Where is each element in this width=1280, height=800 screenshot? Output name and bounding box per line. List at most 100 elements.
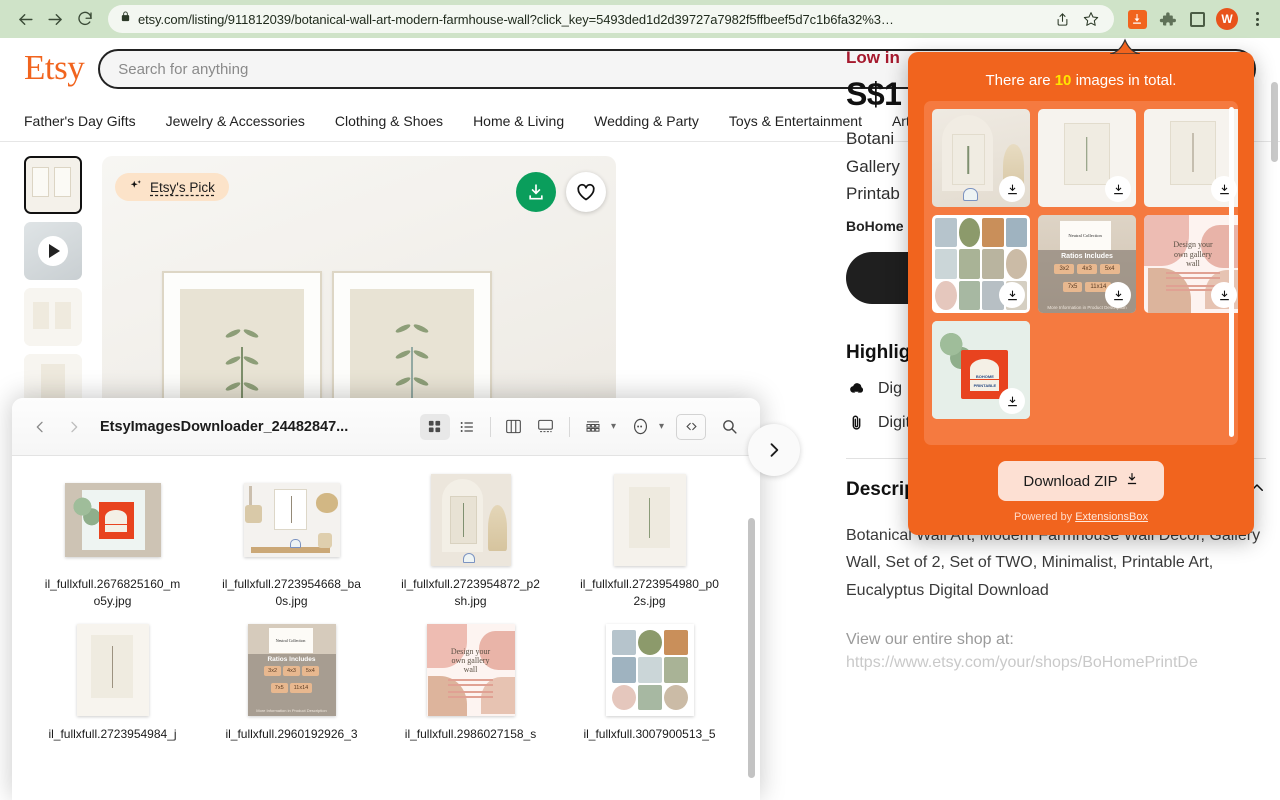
search-icon[interactable] xyxy=(714,414,744,440)
list-item[interactable]: il_fullxfull.2723954980_p02s.jpg xyxy=(571,474,728,610)
back-chevron-icon[interactable] xyxy=(28,415,52,439)
ratios-label: Ratios Includes xyxy=(1061,253,1113,261)
share-icon[interactable] xyxy=(676,413,706,440)
grid-download-button-5[interactable] xyxy=(1105,282,1131,308)
address-bar[interactable]: etsy.com/listing/911812039/botanical-wal… xyxy=(108,5,1114,33)
file-name: il_fullxfull.2960192926_3 xyxy=(225,727,358,742)
grid-image-1[interactable] xyxy=(932,109,1030,207)
star-icon[interactable] xyxy=(1080,8,1102,30)
finder-scrollbar[interactable] xyxy=(748,518,755,778)
image-downloader-extension-icon[interactable] xyxy=(1124,6,1150,32)
gallery-view-icon[interactable] xyxy=(531,414,561,440)
nav-item-toys[interactable]: Toys & Entertainment xyxy=(729,113,862,129)
list-item[interactable]: il_fullxfull.2723954872_p2sh.jpg xyxy=(392,474,549,610)
paperclip-icon xyxy=(846,414,866,431)
finder-toolbar: EtsyImagesDownloader_24482847... ▾ ▾ xyxy=(12,398,760,456)
gallery-card-line-1: Design your xyxy=(1173,240,1213,250)
file-thumbnail xyxy=(600,624,700,717)
grid-image-6[interactable]: Design your own gallery wall xyxy=(1144,215,1238,313)
group-by-icon[interactable] xyxy=(578,414,608,440)
image-downloader-popup: There are 10 images in total. Neutral Co… xyxy=(908,52,1254,535)
download-icon[interactable] xyxy=(516,172,556,212)
screen: etsy.com/listing/911812039/botanical-wal… xyxy=(0,0,1280,800)
next-image-button[interactable] xyxy=(748,424,800,476)
grid-download-button-4[interactable] xyxy=(999,282,1025,308)
grid-download-button-2[interactable] xyxy=(1105,176,1131,202)
file-thumbnail xyxy=(242,474,342,566)
file-name: il_fullxfull.3007900513_5 xyxy=(583,727,716,742)
grid-image-3[interactable] xyxy=(1144,109,1238,207)
extensionsbox-link[interactable]: ExtensionsBox xyxy=(1075,511,1148,523)
column-view-icon[interactable] xyxy=(499,414,529,440)
share-icon[interactable] xyxy=(1051,8,1073,30)
back-arrow-icon[interactable] xyxy=(10,4,40,34)
ratio-chip-7x5-finder: 7x5 xyxy=(270,682,288,693)
cloud-download-icon xyxy=(846,380,866,397)
nav-item-home-living[interactable]: Home & Living xyxy=(473,113,564,129)
grid-image-4[interactable] xyxy=(932,215,1030,313)
highlight-text-1: Dig xyxy=(878,379,903,397)
list-item[interactable]: il_fullxfull.3007900513_5 xyxy=(571,624,728,743)
powered-by: Powered by ExtensionsBox xyxy=(1014,511,1148,523)
brand-card-line-2: PRINTABLE xyxy=(973,382,997,388)
etsys-pick-badge[interactable]: Etsy's Pick xyxy=(115,173,229,201)
nav-item-fathers-day[interactable]: Father's Day Gifts xyxy=(24,113,136,129)
ratio-chip-5x4-finder: 5x4 xyxy=(301,666,319,677)
gallery-line-3-finder: wall xyxy=(463,664,478,674)
ratios-card-heading-finder: Neutral Collection xyxy=(275,638,306,644)
download-icon xyxy=(1125,472,1139,490)
search-placeholder: Search for anything xyxy=(118,60,249,78)
file-name: il_fullxfull.2676825160_mo5y.jpg xyxy=(44,577,181,609)
list-item[interactable]: il_fullxfull.2676825160_mo5y.jpg xyxy=(34,474,191,610)
icon-view-icon[interactable] xyxy=(419,413,450,440)
nav-item-wedding[interactable]: Wedding & Party xyxy=(594,113,699,129)
gallery-card-line-3: wall xyxy=(1186,258,1200,268)
grid-image-5[interactable]: Neutral Collection Ratios Includes 3x2 4… xyxy=(1038,215,1136,313)
list-view-icon[interactable] xyxy=(452,414,482,440)
finder-title: EtsyImagesDownloader_24482847... xyxy=(100,418,349,435)
file-name: il_fullxfull.2723954980_p02s.jpg xyxy=(580,577,719,609)
forward-chevron-icon[interactable] xyxy=(62,415,86,439)
popup-pointer xyxy=(1110,38,1140,54)
grid-image-7[interactable]: BOHOME PRINTABLE xyxy=(932,321,1030,419)
download-zip-label: Download ZIP xyxy=(1023,472,1118,490)
thumbnail-2-video[interactable] xyxy=(24,222,82,280)
kebab-menu-icon[interactable] xyxy=(1244,6,1270,32)
gallery-card-line-2: own gallery xyxy=(1173,249,1212,259)
popup-title-suffix: images in total. xyxy=(1071,72,1177,89)
side-panel-icon[interactable] xyxy=(1184,6,1210,32)
list-item[interactable]: Design your own gallery wall il_fullxful… xyxy=(392,624,549,743)
ratios-card-heading: Neutral Collection xyxy=(1068,232,1102,238)
avatar[interactable]: W xyxy=(1214,6,1240,32)
shop-url[interactable]: https://www.etsy.com/your/shops/BoHomePr… xyxy=(846,654,1266,672)
file-name: il_fullxfull.2723954984_j xyxy=(48,727,177,742)
ratio-chip-7x5: 7x5 xyxy=(1062,281,1083,292)
popup-grid-scrollbar[interactable] xyxy=(1229,107,1234,437)
grid-download-button-1[interactable] xyxy=(999,176,1025,202)
heart-icon[interactable] xyxy=(566,172,606,212)
grid-image-2[interactable] xyxy=(1038,109,1136,207)
page-scrollbar[interactable] xyxy=(1271,82,1278,162)
file-name: il_fullxfull.2723954872_p2sh.jpg xyxy=(401,577,540,609)
forward-arrow-icon[interactable] xyxy=(40,4,70,34)
file-thumbnail xyxy=(600,474,700,566)
puzzle-extensions-icon[interactable] xyxy=(1154,6,1180,32)
list-item[interactable]: il_fullxfull.2723954984_j xyxy=(34,624,191,743)
thumbnail-3[interactable] xyxy=(24,288,82,346)
popup-image-count: 10 xyxy=(1054,72,1072,89)
nav-item-jewelry[interactable]: Jewelry & Accessories xyxy=(166,113,305,129)
image-grid: Neutral Collection Ratios Includes 3x2 4… xyxy=(932,109,1238,419)
finder-view-controls: ▾ ▾ xyxy=(419,413,744,440)
thumbnail-1[interactable] xyxy=(24,156,82,214)
grid-download-button-7[interactable] xyxy=(999,388,1025,414)
list-item[interactable]: il_fullxfull.2723954668_ba0s.jpg xyxy=(213,474,370,610)
chevron-down-icon[interactable]: ▾ xyxy=(611,421,616,432)
reload-icon[interactable] xyxy=(70,4,100,34)
etsys-pick-label: Etsy's Pick xyxy=(150,179,215,195)
more-actions-icon[interactable] xyxy=(626,414,656,440)
download-zip-button[interactable]: Download ZIP xyxy=(998,461,1164,501)
list-item[interactable]: Neutral Collection Ratios Includes 3x2 4… xyxy=(213,624,370,743)
nav-item-clothing[interactable]: Clothing & Shoes xyxy=(335,113,443,129)
chevron-down-icon-2[interactable]: ▾ xyxy=(659,421,664,432)
etsy-logo[interactable]: Etsy xyxy=(24,50,85,88)
